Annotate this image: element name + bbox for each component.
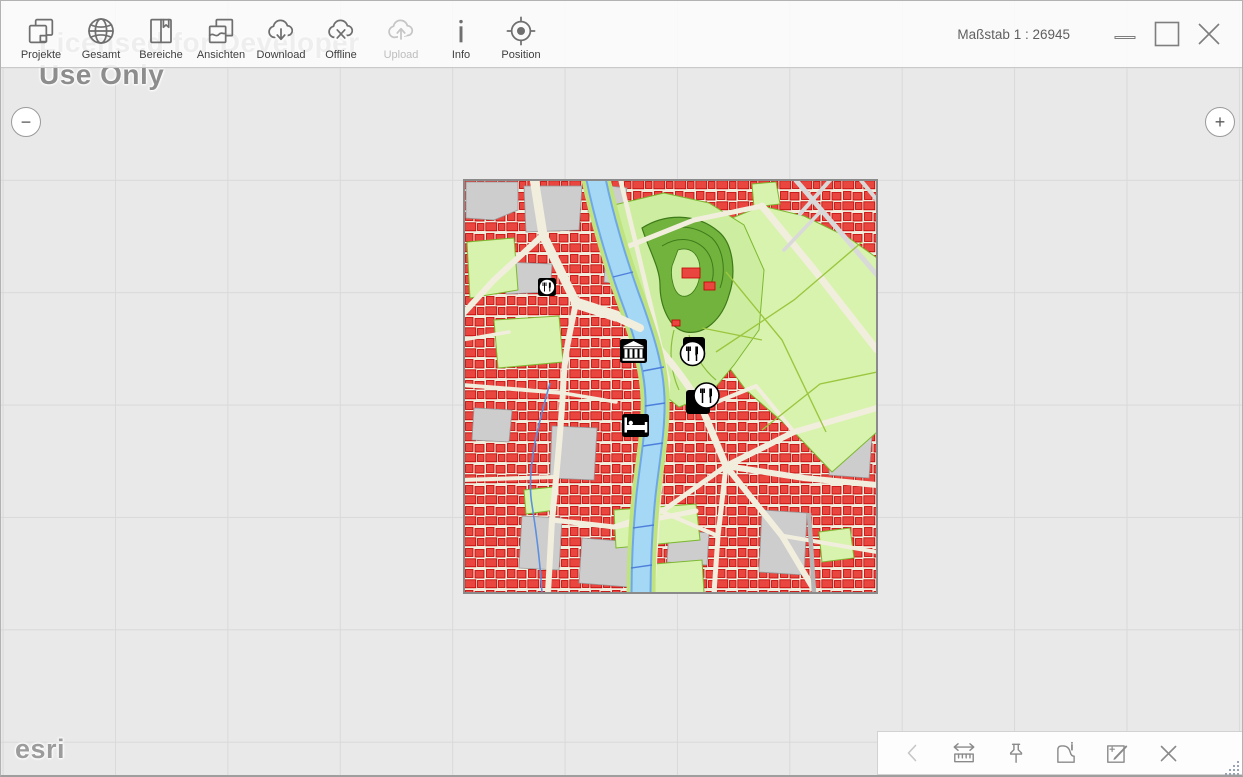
cloud-upload-icon (385, 15, 417, 47)
measure-icon (951, 740, 977, 766)
esri-logo: esri (15, 734, 65, 765)
book-icon (145, 15, 177, 47)
close-panel-button[interactable] (1155, 740, 1181, 766)
zoom-in-button[interactable]: + (1205, 107, 1235, 137)
position-icon (505, 15, 537, 47)
offline-label: Offline (325, 49, 357, 61)
resize-grip-icon[interactable] (1225, 761, 1241, 776)
maximize-icon (1152, 19, 1182, 49)
back-button (900, 740, 926, 766)
views-button[interactable]: Ansichten (191, 1, 251, 67)
overall-button[interactable]: Gesamt (71, 1, 131, 67)
info-button[interactable]: Info (431, 1, 491, 67)
pin-button[interactable] (1002, 740, 1028, 766)
position-label: Position (501, 49, 540, 61)
zoom-out-glyph: − (21, 112, 32, 132)
city-map (464, 180, 877, 593)
maximize-button[interactable] (1146, 12, 1188, 56)
upload-label: Upload (384, 49, 419, 61)
edit-button[interactable] (1104, 740, 1130, 766)
close-window-icon (1195, 20, 1223, 48)
poi-restaurant-icon[interactable] (538, 278, 556, 296)
identify-button[interactable] (1053, 740, 1079, 766)
scale-indicator: Maßstab 1 : 26945 (957, 27, 1070, 42)
cloud-offline-icon (325, 15, 357, 47)
close-window-button[interactable] (1188, 12, 1230, 56)
projects-label: Projekte (21, 49, 61, 61)
download-label: Download (257, 49, 306, 61)
areas-overview-label: Gesamt (82, 49, 121, 61)
zoom-in-glyph: + (1215, 112, 1226, 132)
globe-icon (85, 15, 117, 47)
projects-button[interactable]: Projekte (11, 1, 71, 67)
map-tools-panel (877, 731, 1243, 775)
edit-icon (1104, 740, 1130, 766)
pin-icon (1002, 740, 1028, 766)
download-button[interactable]: Download (251, 1, 311, 67)
regions-label: Bereiche (139, 49, 182, 61)
identify-icon (1053, 740, 1079, 766)
top-toolbar: Projekte Gesamt Bereiche (1, 1, 1242, 68)
info-icon (445, 15, 477, 47)
position-button[interactable]: Position (491, 1, 551, 67)
measure-button[interactable] (951, 740, 977, 766)
map-canvas[interactable] (463, 179, 878, 594)
poi-hotel-icon[interactable] (622, 414, 649, 437)
app-window: Licensed for Developer Use Only (0, 0, 1243, 777)
views-icon (205, 15, 237, 47)
back-chevron-icon (900, 740, 926, 766)
toolbar-buttons: Projekte Gesamt Bereiche (1, 1, 551, 67)
projects-icon (25, 15, 57, 47)
toolbar-right: Maßstab 1 : 26945 (957, 1, 1242, 67)
info-label: Info (452, 49, 470, 61)
offline-button[interactable]: Offline (311, 1, 371, 67)
cloud-download-icon (265, 15, 297, 47)
minimize-icon (1112, 21, 1138, 47)
upload-button: Upload (371, 1, 431, 67)
close-icon (1155, 740, 1181, 766)
poi-restaurant-icon[interactable] (681, 337, 706, 366)
regions-button[interactable]: Bereiche (131, 1, 191, 67)
minimize-button[interactable] (1104, 12, 1146, 56)
zoom-out-button[interactable]: − (11, 107, 41, 137)
poi-museum-icon[interactable] (620, 339, 647, 363)
views-label: Ansichten (197, 49, 245, 61)
